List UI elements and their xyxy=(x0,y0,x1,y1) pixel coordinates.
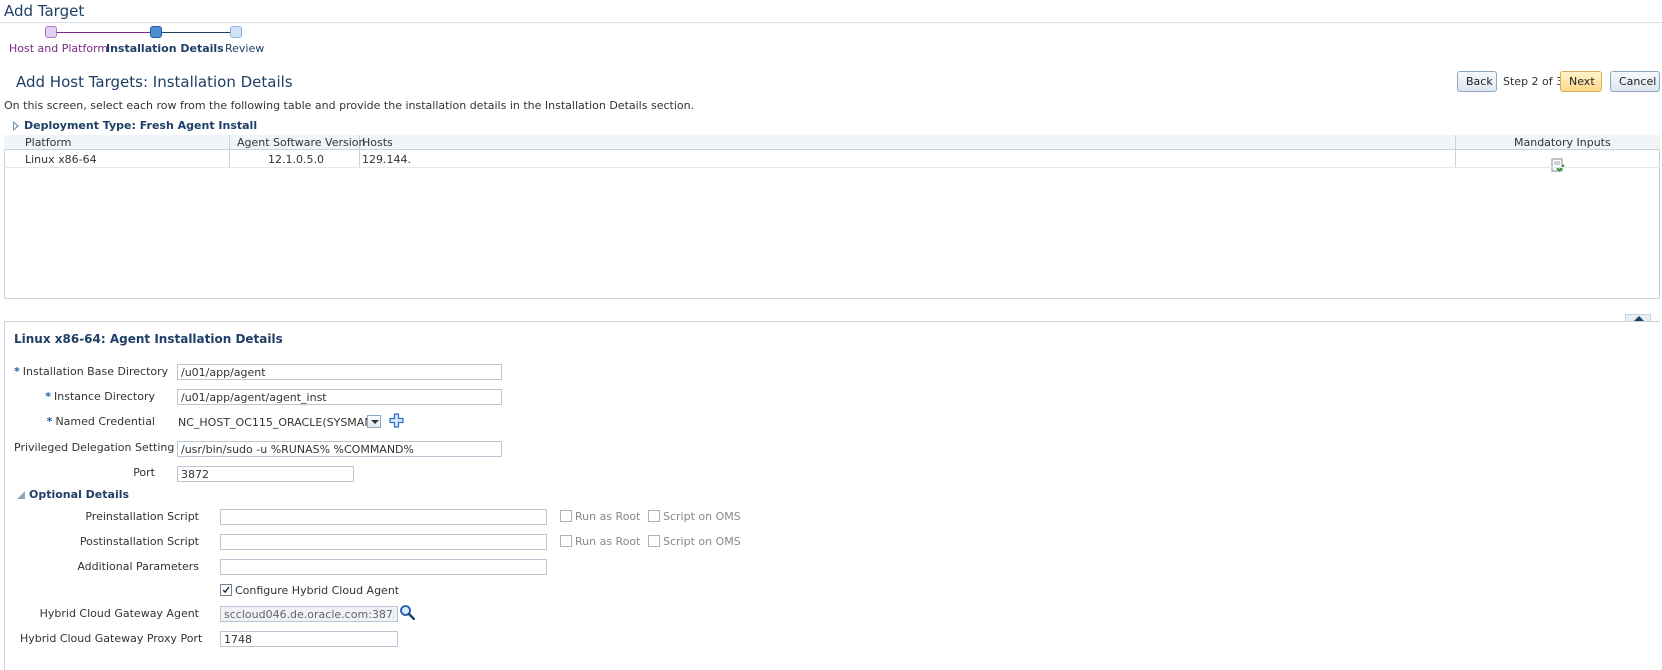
title-divider xyxy=(0,22,1662,23)
back-button[interactable]: Back xyxy=(1457,71,1497,92)
instance-dir-label-text: Instance Directory xyxy=(54,390,155,403)
postinstall-run-as-root-label: Run as Root xyxy=(575,535,641,548)
postinstall-script-input[interactable] xyxy=(220,534,547,550)
train-label-installation-details: Installation Details xyxy=(106,42,224,55)
page-title: Add Target xyxy=(4,2,85,20)
priv-delegation-label: Privileged Delegation Setting xyxy=(14,441,175,454)
optional-details-header[interactable]: Optional Details xyxy=(29,488,129,501)
cell-hosts: 129.144. xyxy=(362,153,411,166)
collapse-caret-icon[interactable] xyxy=(13,121,19,131)
preinstall-script-on-oms-label: Script on OMS xyxy=(663,510,741,523)
required-marker: * xyxy=(46,415,53,428)
priv-delegation-input[interactable] xyxy=(177,441,502,457)
port-label: Port xyxy=(133,466,155,479)
expand-caret-icon[interactable] xyxy=(17,491,25,499)
row-divider xyxy=(4,167,1660,168)
hybrid-proxy-port-input[interactable] xyxy=(220,631,398,647)
additional-params-input[interactable] xyxy=(220,559,547,575)
named-credential-label: * Named Credential xyxy=(14,415,155,428)
named-credential-label-text: Named Credential xyxy=(55,415,155,428)
add-plus-icon[interactable] xyxy=(389,413,404,428)
hybrid-gateway-input[interactable] xyxy=(220,606,398,622)
postinstall-script-on-oms-checkbox[interactable] xyxy=(648,535,660,547)
step-indicator: Step 2 of 3 xyxy=(1503,75,1564,88)
postinstall-script-on-oms-label: Script on OMS xyxy=(663,535,741,548)
column-header-platform[interactable]: Platform xyxy=(25,136,71,150)
chevron-down-icon[interactable] xyxy=(367,415,381,428)
additional-params-label: Additional Parameters xyxy=(77,560,199,573)
train-connector-visited xyxy=(56,32,151,33)
hybrid-proxy-port-label: Hybrid Cloud Gateway Proxy Port xyxy=(20,632,203,645)
train-label-host-and-platform[interactable]: Host and Platform xyxy=(9,42,108,55)
instance-dir-input[interactable] xyxy=(177,389,502,405)
instructions-text: On this screen, select each row from the… xyxy=(4,99,695,112)
cell-agent-version: 12.1.0.5.0 xyxy=(268,153,324,166)
postinstall-script-label: Postinstallation Script xyxy=(79,535,199,548)
train-stop-review[interactable] xyxy=(230,26,242,38)
column-header-mandatory-inputs[interactable]: Mandatory Inputs xyxy=(1514,136,1611,150)
postinstall-run-as-root-checkbox[interactable] xyxy=(560,535,572,547)
preinstall-script-label: Preinstallation Script xyxy=(85,510,199,523)
preinstall-run-as-root-checkbox[interactable] xyxy=(560,510,572,522)
required-marker: * xyxy=(14,365,20,378)
search-icon[interactable] xyxy=(399,604,415,620)
required-marker: * xyxy=(45,390,52,403)
preinstall-script-input[interactable] xyxy=(220,509,547,525)
cancel-button[interactable]: Cancel xyxy=(1610,71,1660,92)
details-title: Linux x86-64: Agent Installation Details xyxy=(14,332,283,346)
platform-table xyxy=(4,135,1660,299)
next-button[interactable]: Next xyxy=(1560,71,1602,92)
instance-dir-label: * Instance Directory xyxy=(14,390,155,403)
deployment-type-header[interactable]: Deployment Type: Fresh Agent Install xyxy=(24,119,257,132)
cell-platform: Linux x86-64 xyxy=(25,153,97,166)
check-document-icon[interactable] xyxy=(1551,158,1565,172)
column-header-hosts[interactable]: Hosts xyxy=(362,136,393,150)
train-stop-installation-details xyxy=(150,26,162,38)
page-subtitle: Add Host Targets: Installation Details xyxy=(16,73,293,91)
hybrid-gateway-label: Hybrid Cloud Gateway Agent xyxy=(39,607,199,620)
configure-hybrid-label[interactable]: Configure Hybrid Cloud Agent xyxy=(235,584,399,597)
preinstall-script-on-oms-checkbox[interactable] xyxy=(648,510,660,522)
train-stop-host-and-platform[interactable] xyxy=(45,26,57,38)
install-base-dir-input[interactable] xyxy=(177,364,502,380)
column-divider[interactable] xyxy=(229,135,230,167)
port-input[interactable] xyxy=(177,466,354,482)
install-base-dir-label-text: Installation Base Directory xyxy=(22,365,169,378)
column-header-agent-version[interactable]: Agent Software Version xyxy=(237,136,366,150)
train-label-review[interactable]: Review xyxy=(225,42,264,55)
configure-hybrid-checkbox[interactable] xyxy=(220,584,232,596)
named-credential-select[interactable]: NC_HOST_OC115_ORACLE(SYSMAN) xyxy=(178,416,377,429)
column-divider[interactable] xyxy=(1455,135,1456,167)
preinstall-run-as-root-label: Run as Root xyxy=(575,510,641,523)
train-connector-pending xyxy=(160,32,231,33)
install-base-dir-label: * Installation Base Directory xyxy=(14,365,168,378)
